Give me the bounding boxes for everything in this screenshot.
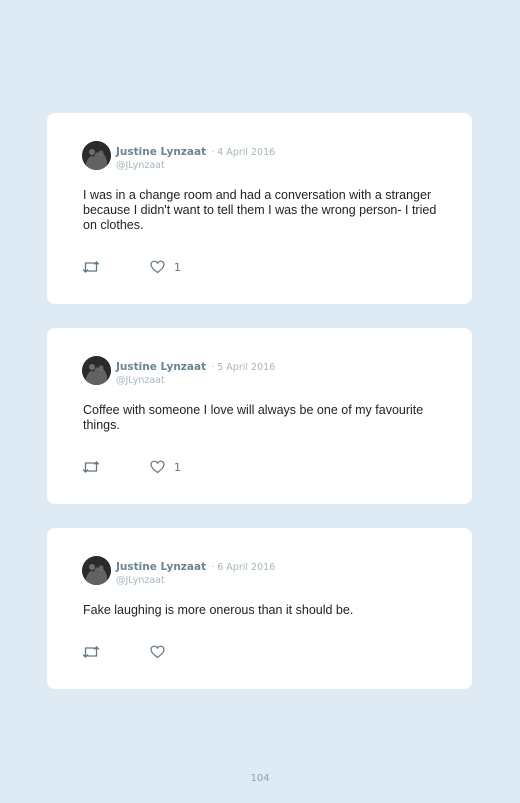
like-count: 1 <box>174 461 181 474</box>
author-handle[interactable]: @JLynzaat <box>116 159 275 172</box>
page-number: 104 <box>250 773 270 784</box>
avatar[interactable] <box>82 141 111 170</box>
heart-icon[interactable] <box>150 460 165 479</box>
tweet-date[interactable]: · 4 April 2016 <box>211 147 275 158</box>
tweet-card: Justine Lynzaat · 4 April 2016 @JLynzaat… <box>47 113 472 304</box>
retweet-icon[interactable] <box>82 260 100 279</box>
author-handle[interactable]: @JLynzaat <box>116 374 275 387</box>
tweet-actions: 1 <box>82 460 282 476</box>
retweet-icon[interactable] <box>82 460 100 479</box>
tweet-actions <box>82 645 282 661</box>
author-name[interactable]: Justine Lynzaat <box>116 361 206 373</box>
tweet-header: Justine Lynzaat · 5 April 2016 @JLynzaat <box>116 358 275 387</box>
tweet-text: I was in a change room and had a convers… <box>83 188 437 232</box>
tweet-actions: 1 <box>82 260 282 276</box>
like-count: 1 <box>174 261 181 274</box>
tweet-header: Justine Lynzaat · 4 April 2016 @JLynzaat <box>116 143 275 172</box>
author-name[interactable]: Justine Lynzaat <box>116 146 206 158</box>
tweet-card: Justine Lynzaat · 5 April 2016 @JLynzaat… <box>47 328 472 504</box>
heart-icon[interactable] <box>150 260 165 279</box>
avatar[interactable] <box>82 356 111 385</box>
tweet-header: Justine Lynzaat · 6 April 2016 @JLynzaat <box>116 558 275 587</box>
tweet-text: Coffee with someone I love will always b… <box>83 403 424 432</box>
author-handle[interactable]: @JLynzaat <box>116 574 275 587</box>
avatar[interactable] <box>82 556 111 585</box>
tweet-date[interactable]: · 6 April 2016 <box>211 562 275 573</box>
retweet-icon[interactable] <box>82 645 100 664</box>
tweet-card: Justine Lynzaat · 6 April 2016 @JLynzaat… <box>47 528 472 689</box>
heart-icon[interactable] <box>150 645 165 664</box>
author-name[interactable]: Justine Lynzaat <box>116 561 206 573</box>
tweet-date[interactable]: · 5 April 2016 <box>211 362 275 373</box>
tweet-text: Fake laughing is more onerous than it sh… <box>83 603 354 617</box>
